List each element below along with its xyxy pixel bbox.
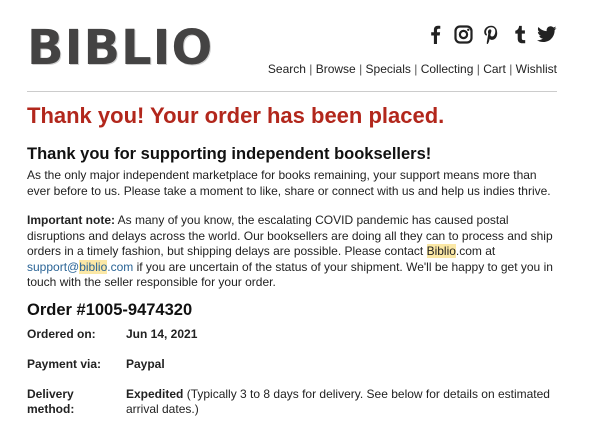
confirmation-headline: Thank you! Your order has been placed. <box>27 103 445 128</box>
support-subheadline: Thank you for supporting independent boo… <box>27 145 432 163</box>
note-text-2: .com at <box>455 244 496 258</box>
delivery-label: Delivery method: <box>27 386 75 416</box>
order-number: Order #1005-9474320 <box>27 300 193 319</box>
order-details: Ordered on: Jun 14, 2021 Payment via: Pa… <box>27 327 559 417</box>
nav-collecting[interactable]: Collecting <box>421 62 474 76</box>
ordered-on-value: Jun 14, 2021 <box>126 326 198 341</box>
nav-wishlist[interactable]: Wishlist <box>516 62 557 76</box>
delivery-row: Delivery method: Expedited (Typically 3 t… <box>27 387 559 417</box>
payment-label: Payment via: <box>27 356 102 371</box>
support-email-link[interactable]: support@biblio.com <box>27 259 133 274</box>
important-note: Important note: As many of you know, the… <box>27 213 559 291</box>
delivery-value: Expedited (Typically 3 to 8 days for del… <box>126 386 550 416</box>
twitter-icon[interactable] <box>537 24 557 44</box>
nav-search[interactable]: Search <box>268 62 306 76</box>
nav-specials[interactable]: Specials <box>366 62 411 76</box>
instagram-icon[interactable] <box>453 24 473 44</box>
order-confirmation-page: BIBLIO Search | Browse | Specials | Coll… <box>0 0 600 440</box>
intro-paragraph: As the only major independent marketplac… <box>27 168 551 198</box>
ordered-on-row: Ordered on: Jun 14, 2021 <box>27 327 559 342</box>
biblio-logo[interactable]: BIBLIO <box>27 20 213 76</box>
social-links <box>425 24 557 44</box>
header-divider <box>27 91 557 92</box>
site-header: BIBLIO Search | Browse | Specials | Coll… <box>27 20 557 92</box>
tumblr-icon[interactable] <box>509 24 529 44</box>
facebook-icon[interactable] <box>425 24 445 44</box>
payment-row: Payment via: Paypal <box>27 357 559 372</box>
nav-browse[interactable]: Browse <box>316 62 356 76</box>
pinterest-icon[interactable] <box>481 24 501 44</box>
note-label: Important note: <box>27 213 115 227</box>
main-content: Thank you! Your order has been placed. T… <box>27 102 559 417</box>
biblio-highlight: Biblio <box>426 244 456 258</box>
top-nav: Search | Browse | Specials | Collecting … <box>268 62 557 76</box>
payment-value: Paypal <box>126 356 165 371</box>
nav-cart[interactable]: Cart <box>483 62 506 76</box>
ordered-on-label: Ordered on: <box>27 326 96 341</box>
